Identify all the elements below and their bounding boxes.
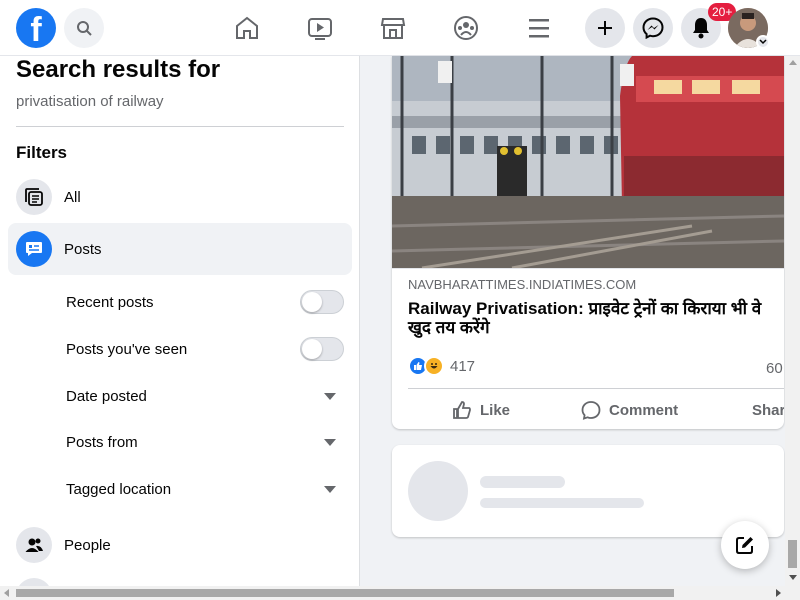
divider [408, 388, 784, 389]
like-label: Like [480, 401, 511, 419]
next-filter-icon [16, 578, 52, 586]
search-query: privatisation of railway [16, 93, 164, 110]
caret-down-icon [324, 392, 336, 400]
comment-count[interactable]: 60 [766, 360, 783, 377]
link-preview-image[interactable] [392, 56, 784, 268]
compose-icon [736, 537, 753, 554]
groups-icon [454, 16, 478, 40]
top-navigation-bar: f 20+ [0, 0, 800, 56]
scroll-up-icon[interactable] [789, 60, 797, 65]
watch-icon [308, 18, 332, 40]
link-preview-meta[interactable]: NAVBHARATTIMES.INDIATIMES.COM Railway Pr… [392, 268, 784, 346]
search-filters-sidebar: Search results for privatisation of rail… [0, 56, 360, 586]
share-label: Share [752, 401, 784, 419]
menu-tab[interactable] [523, 12, 555, 44]
posts-from-dropdown[interactable]: Posts from [66, 427, 344, 457]
train-photo [392, 56, 784, 268]
placeholder-line [480, 498, 644, 508]
filter-all-label: All [64, 188, 81, 206]
comment-button[interactable]: Comment [581, 396, 678, 424]
reaction-count: 417 [450, 357, 476, 375]
divider [16, 126, 344, 127]
vertical-scrollbar-thumb[interactable] [788, 540, 797, 568]
page-title: Search results for [16, 56, 221, 83]
like-button[interactable]: Like [452, 396, 510, 424]
posts-seen-toggle[interactable] [300, 337, 344, 361]
chevron-down-icon [759, 39, 767, 45]
search-icon [77, 21, 92, 36]
search-button[interactable] [64, 8, 104, 48]
comment-label: Comment [609, 401, 679, 419]
messenger-icon [642, 17, 664, 39]
filter-people[interactable]: People [8, 519, 352, 571]
link-domain: NAVBHARATTIMES.INDIATIMES.COM [408, 277, 637, 292]
filter-posts[interactable]: Posts [8, 223, 352, 275]
recent-posts-toggle[interactable] [300, 290, 344, 314]
filter-people-label: People [64, 536, 111, 554]
horizontal-scrollbar-thumb[interactable] [16, 589, 674, 597]
posts-icon [16, 231, 52, 267]
tagged-location-label: Tagged location [66, 480, 172, 498]
watch-tab[interactable] [304, 12, 336, 44]
placeholder-line [480, 476, 565, 488]
posts-seen-label: Posts you've seen [66, 340, 188, 358]
groups-tab[interactable] [450, 12, 482, 44]
loading-result-placeholder [392, 445, 784, 537]
search-result-post: NAVBHARATTIMES.INDIATIMES.COM Railway Pr… [392, 56, 784, 429]
home-tab[interactable] [231, 12, 263, 44]
comment-icon [581, 401, 601, 420]
scroll-left-icon[interactable] [4, 589, 9, 597]
messenger-button[interactable] [633, 8, 673, 48]
haha-reaction-icon [424, 356, 444, 376]
tagged-location-dropdown[interactable]: Tagged location [66, 474, 344, 504]
filters-heading: Filters [16, 143, 68, 162]
marketplace-tab[interactable] [377, 12, 409, 44]
link-headline[interactable]: Railway Privatisation: प्राइवेट ट्रेनों … [408, 299, 784, 337]
thumbs-up-icon [453, 401, 471, 419]
date-posted-dropdown[interactable]: Date posted [66, 381, 344, 411]
people-icon [16, 527, 52, 563]
placeholder-avatar [408, 461, 468, 521]
bell-icon [693, 18, 709, 39]
share-button[interactable]: Share [744, 396, 784, 424]
caret-down-icon [324, 438, 336, 446]
create-button[interactable] [585, 8, 625, 48]
posts-from-label: Posts from [66, 433, 138, 451]
scroll-down-icon[interactable] [789, 575, 797, 580]
menu-icon [529, 19, 549, 38]
plus-icon [598, 21, 612, 35]
date-posted-label: Date posted [66, 387, 147, 405]
recent-posts-label: Recent posts [66, 293, 154, 311]
vertical-scrollbar[interactable] [785, 56, 800, 586]
caret-down-icon [324, 485, 336, 493]
filter-posts-label: Posts [64, 240, 102, 258]
all-results-icon [16, 179, 52, 215]
posts-seen-filter: Posts you've seen [66, 334, 344, 364]
account-menu-button[interactable] [756, 35, 770, 49]
recent-posts-filter: Recent posts [66, 287, 344, 317]
filter-all[interactable]: All [8, 171, 352, 223]
scroll-right-icon[interactable] [776, 589, 781, 597]
home-icon [236, 16, 258, 39]
reactions-summary[interactable]: 417 [408, 356, 475, 376]
marketplace-icon [380, 18, 406, 39]
new-message-button[interactable] [721, 521, 769, 569]
facebook-logo[interactable]: f [16, 8, 56, 49]
